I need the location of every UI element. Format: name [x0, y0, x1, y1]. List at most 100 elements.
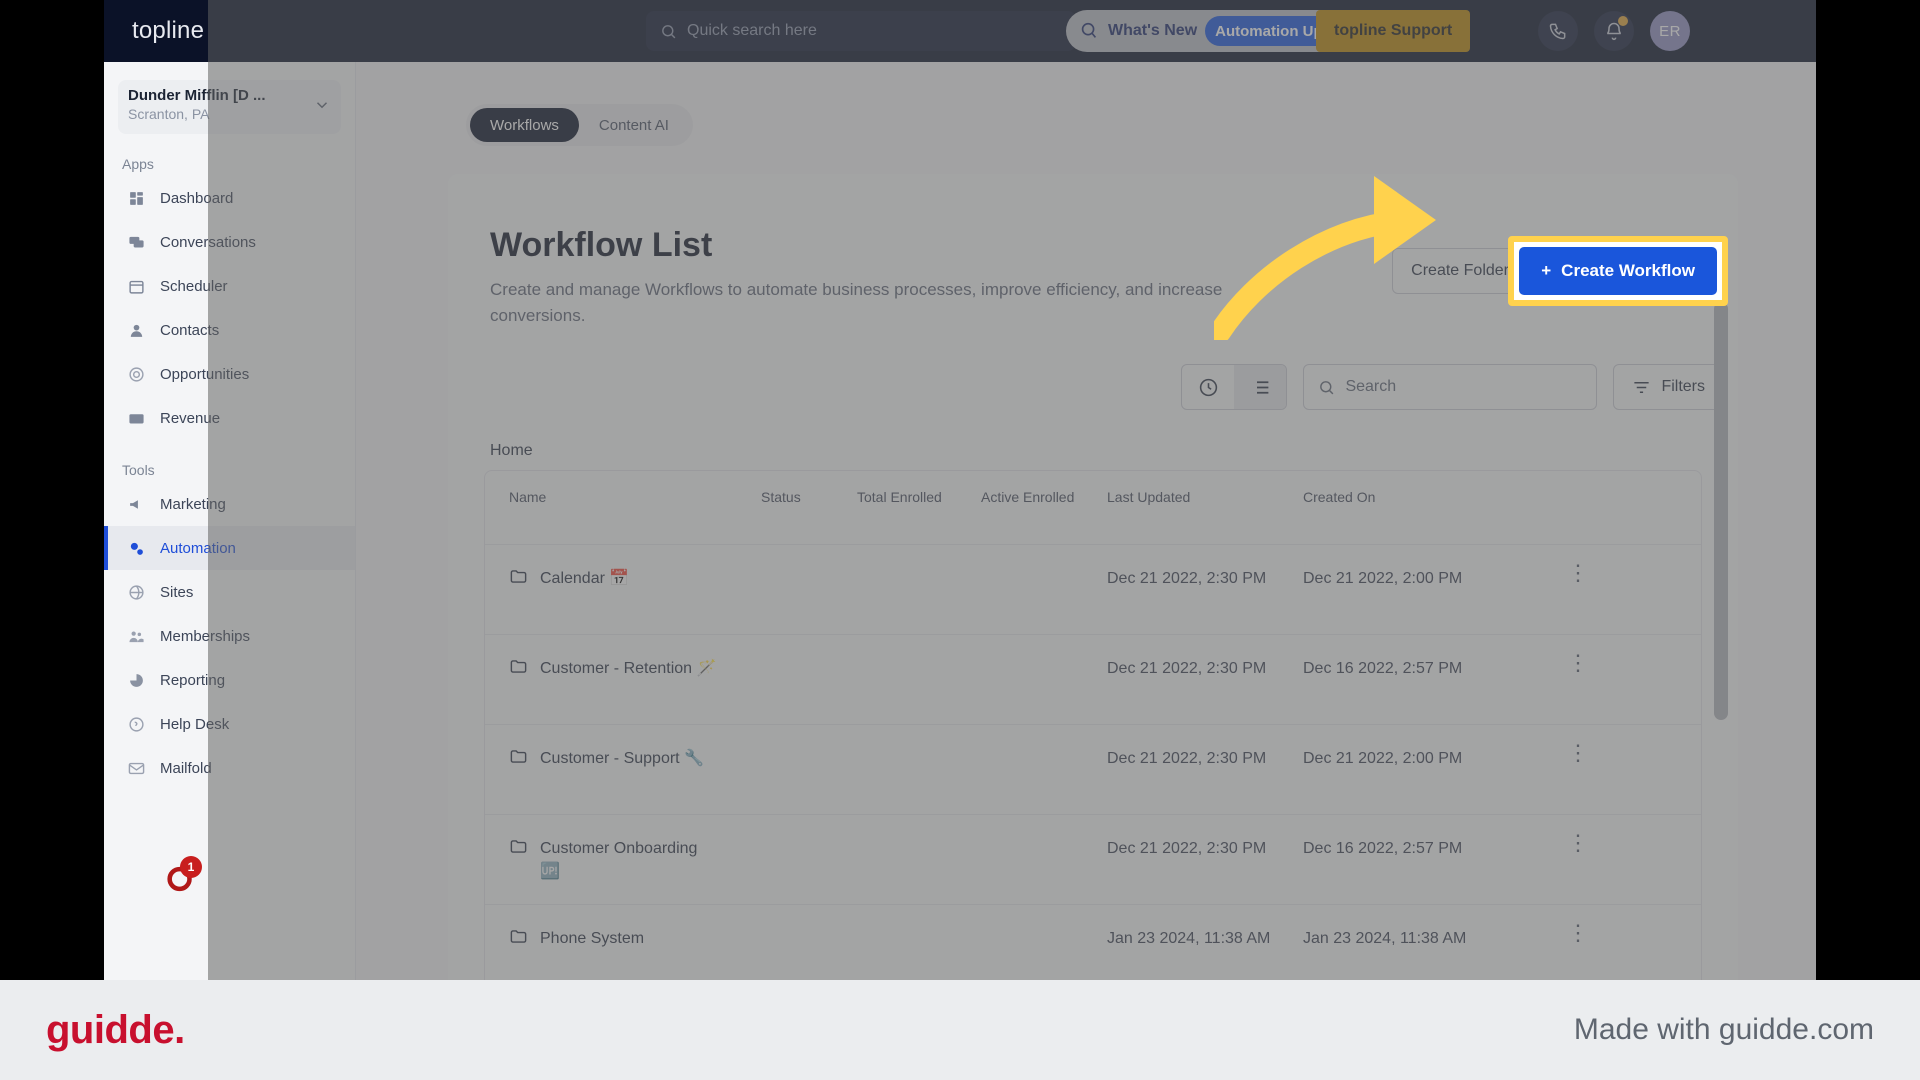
view-mode-toggle	[1181, 364, 1288, 410]
screenshot-root: topline Quick search here What's New Aut…	[0, 0, 1920, 1080]
guidde-logo: guidde.	[46, 1007, 185, 1052]
sidebar-item-automation[interactable]: Automation	[104, 526, 355, 570]
topline-support-button[interactable]: topline Support	[1316, 10, 1471, 52]
kebab-menu-icon[interactable]: ⋮	[1567, 562, 1589, 584]
user-avatar[interactable]: ER	[1650, 11, 1690, 51]
topline-logo[interactable]: topline	[132, 17, 204, 45]
mail-icon	[126, 760, 146, 777]
megaphone-icon	[126, 496, 146, 513]
phone-button[interactable]	[1538, 11, 1578, 51]
sidebar-item-label: Marketing	[160, 495, 226, 513]
scrollbar-thumb[interactable]	[1714, 302, 1728, 720]
sidebar-item-dashboard[interactable]: Dashboard	[104, 176, 355, 220]
sidebar-item-opportunities[interactable]: Opportunities	[104, 352, 355, 396]
sidebar-item-label: Sites	[160, 583, 194, 601]
members-icon	[126, 628, 146, 645]
organization-switcher[interactable]: Dunder Mifflin [D ... Scranton, PA	[118, 80, 381, 134]
vertical-scrollbar[interactable]	[1712, 284, 1732, 980]
table-row[interactable]: Phone System Jan 23 2024, 11:38 AM Jan 2…	[485, 905, 1701, 980]
card-icon	[126, 410, 146, 427]
list-view-button[interactable]	[1234, 365, 1287, 409]
sidebar-item-label: Opportunities	[160, 365, 250, 383]
notification-dot	[1618, 16, 1628, 26]
column-header-total-enrolled: Total Enrolled	[857, 489, 942, 505]
clock-icon	[1199, 378, 1218, 396]
chat-launcher[interactable]: 1	[164, 856, 202, 896]
workflow-list-card: Workflow List Create and manage Workflow…	[448, 174, 1738, 980]
tab-content-ai[interactable]: Content AI	[579, 108, 689, 142]
quick-search-input[interactable]: Quick search here	[646, 11, 1076, 51]
workflow-name-cell: Calendar 📅	[509, 567, 749, 590]
sidebar-item-conversations[interactable]: Conversations	[104, 220, 355, 264]
table-row[interactable]: Customer - Support 🔧 Dec 21 2022, 2:30 P…	[485, 725, 1701, 815]
list-icon	[1253, 380, 1269, 394]
sidebar-item-label: Conversations	[160, 233, 256, 251]
folder-icon	[510, 930, 527, 943]
kebab-menu-icon[interactable]: ⋮	[1567, 742, 1589, 764]
row-last-updated: Jan 23 2024, 11:38 AM	[1107, 930, 1271, 947]
sidebar-item-mailfold[interactable]: Mailfold	[104, 746, 355, 790]
organization-location: Scranton, PA	[128, 106, 210, 122]
workflow-name-cell: Customer - Support 🔧	[509, 747, 749, 770]
row-last-updated: Dec 21 2022, 2:30 PM	[1107, 570, 1267, 587]
row-last-updated: Dec 21 2022, 2:30 PM	[1107, 750, 1267, 767]
sidebar-item-label: Automation	[160, 539, 236, 557]
kebab-menu-icon[interactable]: ⋮	[1567, 652, 1589, 674]
sidebar: Dunder Mifflin [D ... Scranton, PA Apps …	[104, 62, 381, 980]
table-row[interactable]: Customer Onboarding 🆙 Dec 21 2022, 2:30 …	[485, 815, 1701, 905]
sidebar-item-scheduler[interactable]: Scheduler	[104, 264, 355, 308]
workflow-name-cell: Phone System	[509, 927, 749, 950]
sidebar-item-reporting[interactable]: Reporting	[104, 658, 355, 702]
search-placeholder: Search	[1345, 378, 1397, 395]
sidebar-item-label: Revenue	[160, 409, 221, 427]
row-name: Customer Onboarding	[540, 840, 698, 857]
pie-chart-icon	[126, 672, 146, 689]
page-subtitle: Create and manage Workflows to automate …	[490, 280, 1223, 325]
list-toolbar: Search Filters	[1181, 364, 1724, 410]
sidebar-item-help-desk[interactable]: Help Desk	[104, 702, 355, 746]
sidebar-item-memberships[interactable]: Memberships	[104, 614, 355, 658]
kebab-menu-icon[interactable]: ⋮	[1567, 922, 1589, 944]
sidebar-item-contacts[interactable]: Contacts	[104, 308, 355, 352]
callout-arrow-icon	[1214, 176, 1436, 340]
sidebar-item-label: Help Desk	[160, 715, 230, 733]
folder-icon	[510, 840, 527, 853]
row-last-updated: Dec 21 2022, 2:30 PM	[1107, 660, 1267, 677]
row-last-updated: Dec 21 2022, 2:30 PM	[1107, 840, 1267, 857]
column-header-last-updated: Last Updated	[1107, 489, 1191, 505]
sidebar-item-sites[interactable]: Sites	[104, 570, 355, 614]
filters-button[interactable]: Filters	[1613, 364, 1724, 410]
sidebar-item-marketing[interactable]: Marketing	[104, 482, 355, 526]
row-emoji: 🪄	[696, 660, 717, 677]
column-header-actions	[1493, 471, 1663, 489]
tab-workflows[interactable]: Workflows	[470, 108, 579, 142]
footer: guidde. Made with guidde.com	[0, 980, 1920, 1080]
view-tabs: Workflows Content AI	[466, 104, 693, 146]
sidebar-item-label: Dashboard	[160, 189, 234, 207]
plus-icon: +	[1541, 261, 1552, 280]
unread-badge: 1	[180, 856, 202, 878]
sidebar-item-label: Reporting	[160, 671, 226, 689]
quick-search-placeholder: Quick search here	[687, 22, 817, 39]
target-icon	[126, 366, 146, 383]
notifications-button[interactable]	[1594, 11, 1634, 51]
table-row[interactable]: Customer - Retention 🪄 Dec 21 2022, 2:30…	[485, 635, 1701, 725]
calendar-icon	[126, 278, 146, 295]
folder-icon	[510, 660, 527, 673]
recent-view-button[interactable]	[1182, 365, 1234, 409]
sidebar-item-label: Memberships	[160, 627, 251, 645]
dashboard-icon	[126, 190, 146, 207]
table-row[interactable]: Calendar 📅 Dec 21 2022, 2:30 PM Dec 21 2…	[485, 545, 1701, 635]
create-workflow-highlight: + Create Workflow	[1508, 236, 1728, 306]
row-emoji: 🆙	[540, 863, 560, 881]
sidebar-item-revenue[interactable]: Revenue	[104, 396, 355, 440]
workflow-table: Name Status Total Enrolled Active Enroll…	[484, 470, 1702, 980]
row-created-on: Dec 16 2022, 2:57 PM	[1303, 660, 1463, 677]
search-input[interactable]: Search	[1303, 364, 1598, 410]
table-header-row: Name Status Total Enrolled Active Enroll…	[485, 471, 1701, 545]
create-workflow-button[interactable]: + Create Workflow	[1519, 247, 1717, 295]
column-header-active-enrolled: Active Enrolled	[981, 489, 1075, 505]
question-icon	[126, 716, 146, 733]
breadcrumb[interactable]: Home	[490, 442, 533, 460]
kebab-menu-icon[interactable]: ⋮	[1567, 832, 1589, 854]
